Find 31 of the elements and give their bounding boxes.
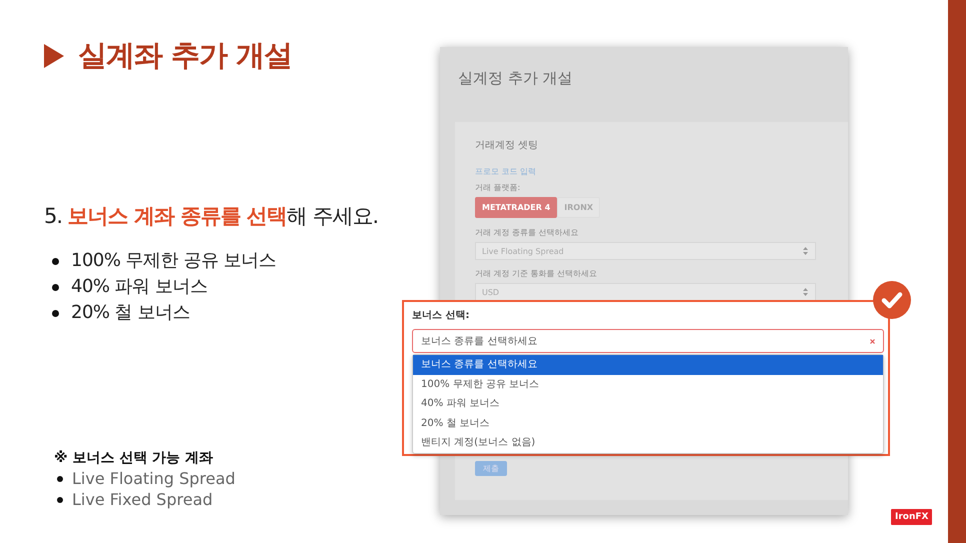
bullet-icon <box>57 476 63 482</box>
updown-icon <box>803 288 808 296</box>
bonus-label: 보너스 선택: <box>412 309 470 322</box>
brand-logo: IronFX <box>891 509 932 525</box>
platform-tab[interactable]: METATRADER 4 <box>475 197 558 218</box>
dropdown-option[interactable]: 40% 파워 보너스 <box>413 394 883 414</box>
bonus-item: 40% 파워 보너스 <box>71 275 208 299</box>
step-text: 5. 보너스 계좌 종류를 선택해 주세요. <box>44 203 380 230</box>
bullet-icon <box>52 258 59 264</box>
account-item: Live Floating Spread <box>72 468 236 489</box>
bullet-icon <box>57 496 63 502</box>
field-label: 거래 계정 기준 통화를 선택하세요 <box>475 268 598 279</box>
account-item: Live Fixed Spread <box>72 489 213 510</box>
bullet-icon <box>52 310 59 316</box>
bullet-icon <box>52 284 59 290</box>
field-label: 거래 플랫폼: <box>475 182 520 193</box>
section-title: 거래계정 셋팅 <box>475 139 538 152</box>
triangle-icon <box>44 44 64 68</box>
bonus-item: 100% 무제한 공유 보너스 <box>71 249 276 273</box>
dropdown-option[interactable]: 20% 철 보너스 <box>413 414 883 433</box>
note-title: ※ 보너스 선택 가능 계좌 <box>54 449 214 468</box>
dropdown-option[interactable]: 100% 무제한 공유 보너스 <box>413 374 883 394</box>
dropdown-option[interactable]: 밴티지 계정(보너스 없음) <box>413 433 883 452</box>
form-title: 실계정 추가 개설 <box>457 68 574 89</box>
clear-icon[interactable] <box>870 338 875 344</box>
field-label: 거래 계정 종류를 선택하세요 <box>475 227 579 238</box>
updown-icon <box>803 247 808 255</box>
bonus-select[interactable]: 보너스 종류를 선택하세요 <box>412 329 884 353</box>
dropdown-option[interactable]: 보너스 종류를 선택하세요 <box>413 355 883 374</box>
bonus-item: 20% 철 보너스 <box>71 301 190 325</box>
slide-title: 실계좌 추가 개설 <box>78 37 292 74</box>
